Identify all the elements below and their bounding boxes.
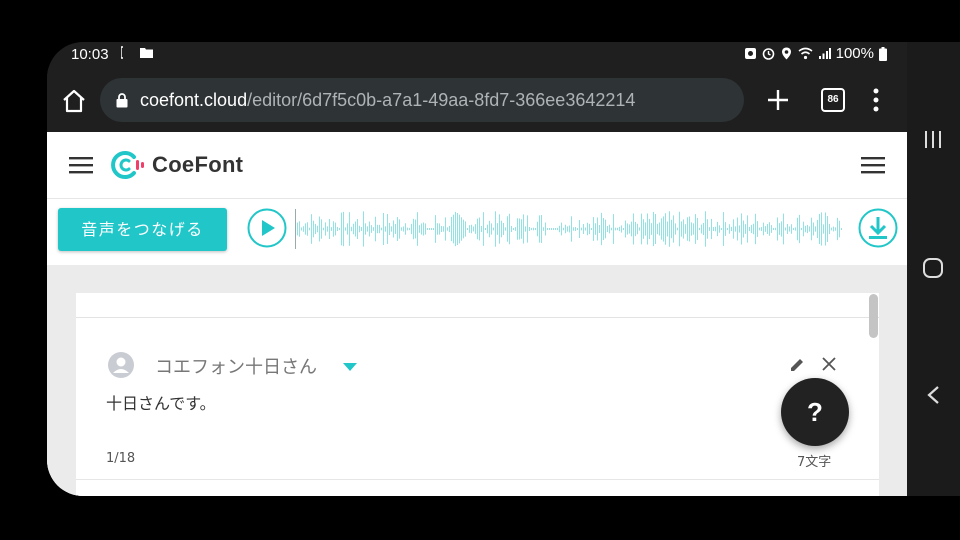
editor-area: コエフォン十日さん 十日さんです。 1/18 7文字 ? <box>47 265 907 496</box>
folder-icon <box>140 48 153 58</box>
app-notification-icon <box>744 48 756 59</box>
url-text: coefont.cloud/editor/6d7f5c0b-a7a1-49aa-… <box>140 90 635 111</box>
wifi-icon <box>798 47 813 60</box>
alarm-icon <box>762 48 774 60</box>
address-bar[interactable]: coefont.cloud/editor/6d7f5c0b-a7a1-49aa-… <box>100 78 744 122</box>
logo[interactable]: CoeFont <box>110 150 243 180</box>
status-right: 100% <box>744 45 887 62</box>
battery-percent: 100% <box>835 45 874 62</box>
home-nav-icon[interactable] <box>922 257 944 279</box>
close-icon[interactable] <box>822 357 836 371</box>
hamburger-icon[interactable] <box>861 156 885 174</box>
previous-card <box>76 293 879 318</box>
back-icon[interactable] <box>926 385 940 405</box>
scrollbar[interactable] <box>869 294 878 338</box>
status-bar: 10:03 100% <box>47 42 907 68</box>
sentence-card[interactable]: コエフォン十日さん 十日さんです。 1/18 7文字 <box>76 318 879 496</box>
waveform[interactable] <box>295 209 845 249</box>
logo-text: CoeFont <box>152 152 244 177</box>
browser-toolbar: coefont.cloud/editor/6d7f5c0b-a7a1-49aa-… <box>47 68 907 132</box>
battery-icon <box>879 46 887 61</box>
char-count: 7文字 <box>797 455 832 470</box>
more-vert-icon[interactable] <box>869 86 883 114</box>
home-icon[interactable] <box>61 88 87 114</box>
site-header: CoeFont <box>47 132 907 199</box>
play-icon[interactable] <box>247 208 287 248</box>
device-screen: 10:03 100% coefont.cloud/editor/6d7f5c0b… <box>47 42 907 496</box>
lock-icon <box>116 93 128 108</box>
plus-icon[interactable] <box>765 87 791 113</box>
audio-bar: 音声をつなげる <box>47 199 907 265</box>
coefont-logo-icon <box>111 151 144 179</box>
sentence-counter: 1/18 <box>106 451 136 466</box>
caret-down-icon[interactable] <box>343 363 357 371</box>
status-time: 10:03 <box>71 46 109 63</box>
avatar-icon <box>108 352 134 378</box>
status-left-icons <box>121 46 153 59</box>
hamburger-icon[interactable] <box>69 156 93 174</box>
download-icon[interactable] <box>858 208 898 248</box>
location-icon <box>781 47 791 60</box>
divider <box>76 479 879 480</box>
url-host: coefont.cloud <box>140 90 248 110</box>
web-content: CoeFont 音声をつなげる コエフォン十日さん 十日さんです。 1/18 7… <box>47 132 907 496</box>
sentence-text[interactable]: 十日さんです。 <box>106 390 216 414</box>
url-path: /editor/6d7f5c0b-a7a1-49aa-8fd7-366ee364… <box>247 90 636 110</box>
speaker-name[interactable]: コエフォン十日さん <box>155 353 317 379</box>
recents-icon[interactable] <box>925 130 941 150</box>
edit-icon[interactable] <box>789 357 805 373</box>
tabs-icon[interactable]: 86 <box>821 88 845 112</box>
connect-audio-button[interactable]: 音声をつなげる <box>58 208 227 251</box>
notification-icon <box>121 46 123 59</box>
signal-icon <box>818 48 831 59</box>
help-button[interactable]: ? <box>781 378 849 446</box>
